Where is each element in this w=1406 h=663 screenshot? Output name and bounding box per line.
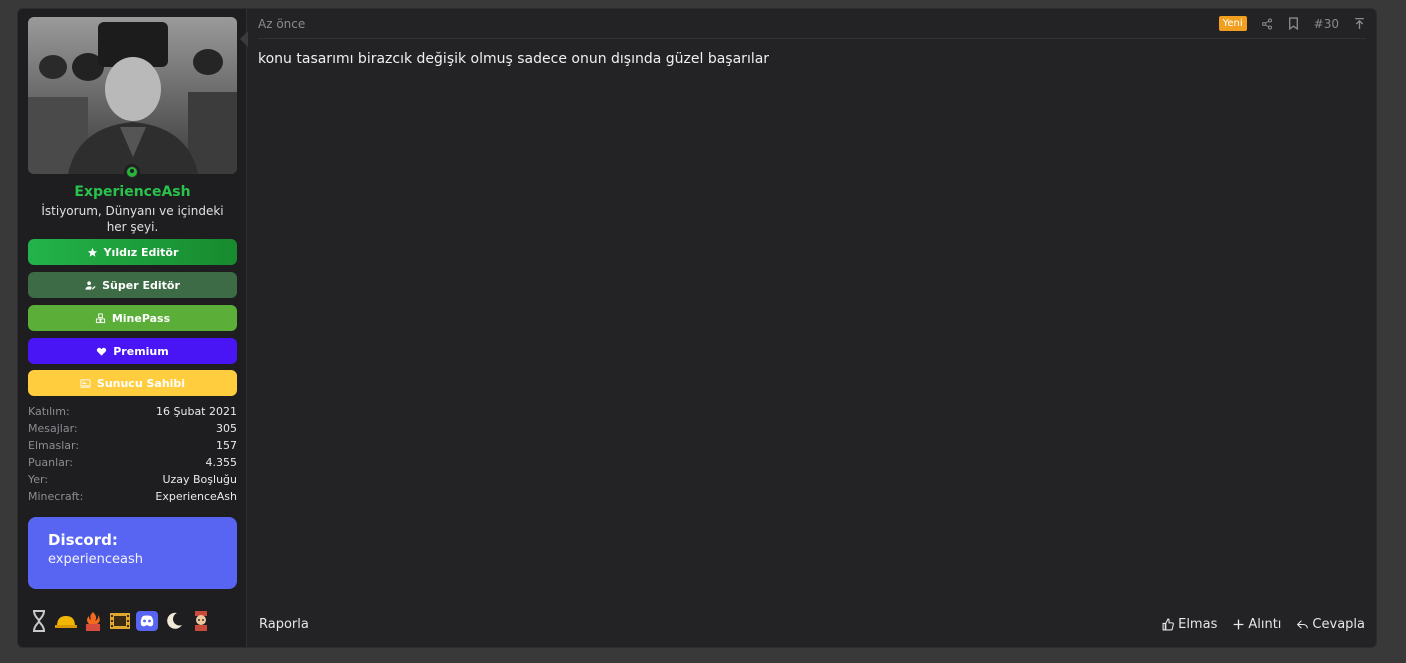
discord-icon[interactable] [136,609,158,633]
heart-icon [97,347,107,356]
stat-key: Puanlar: [28,456,73,469]
post-footer: Raporla Elmas Alıntı Cevapla [259,614,1365,634]
online-indicator-icon [124,164,140,180]
share-icon[interactable] [1260,17,1274,31]
sidebar-pointer [240,31,248,47]
bookmark-icon[interactable] [1287,17,1301,31]
stat-key: Elmaslar: [28,439,80,452]
plus-icon [1233,619,1244,629]
post-timestamp[interactable]: Az önce [258,17,305,31]
reply-label: Cevapla [1312,616,1365,632]
post-header: Az önce Yeni #30 [258,9,1366,39]
post-number[interactable]: #30 [1314,17,1339,31]
stat-key: Yer: [28,473,49,486]
post-actions: Yeni #30 [1218,16,1366,31]
cubes-icon [95,312,105,323]
diamond-label: Elmas [1178,616,1218,632]
badge-label: Yıldız Editör [103,245,179,259]
post-main: Az önce Yeni #30 konu tasarımı birazcık … [248,9,1376,647]
avatar[interactable] [28,17,237,174]
film-frame-icon[interactable] [109,609,131,633]
thumbs-up-icon [1162,618,1175,630]
username[interactable]: ExperienceAsh [18,184,247,200]
stat-value[interactable]: Uzay Boşluğu [162,471,237,488]
badge-super-editor: Süper Editör [28,272,237,298]
character-icon[interactable] [190,609,212,633]
badge-label: MinePass [111,311,171,325]
discord-handle: experienceash [48,552,144,567]
stat-row-messages: Mesajlar: 305 [28,420,237,437]
hourglass-icon[interactable] [28,609,50,633]
badge-label: Sunucu Sahibi [96,376,186,390]
stat-value: 16 Şubat 2021 [156,405,237,418]
stat-row-points: Puanlar: 4.355 [28,454,237,471]
stat-row-joined: Katılım: 16 Şubat 2021 [28,403,237,420]
badge-sunucu-sahibi: Sunucu Sahibi [28,370,237,396]
user-stats: Katılım: 16 Şubat 2021 Mesajlar: 305 Elmas… [28,403,237,505]
stat-value: 157 [216,439,237,452]
scroll-top-icon[interactable] [1352,17,1366,31]
stat-value[interactable]: 4.355 [206,454,238,471]
reply-button[interactable]: Cevapla [1296,617,1365,632]
post-container: ExperienceAsh İstiyorum, Dünyanı ve için… [17,8,1377,648]
moon-icon[interactable] [163,609,185,633]
user-edit-icon [85,280,96,290]
stat-key: Katılım: [28,405,70,418]
badge-label: Süper Editör [102,278,180,292]
stat-key: Mesajlar: [28,422,78,435]
new-badge: Yeni [1218,16,1247,31]
fire-book-icon[interactable] [82,609,104,633]
quote-label: Alıntı [1248,616,1282,632]
quote-button[interactable]: Alıntı [1232,617,1281,632]
discord-title: Discord: [48,531,118,549]
discord-card: Discord: experienceash [28,517,237,589]
badge-minepass: MinePass [28,305,237,331]
badge-yildiz-editor: Yıldız Editör [28,239,237,265]
badge-premium: Premium [28,338,237,364]
server-icon [80,378,91,388]
stat-row-location: Yer: Uzay Boşluğu [28,471,237,488]
report-link[interactable]: Raporla [259,617,309,632]
post-content: konu tasarımı birazcık değişik olmuş sad… [258,51,770,67]
user-sidebar: ExperienceAsh İstiyorum, Dünyanı ve için… [18,9,248,647]
stat-value: ExperienceAsh [155,490,237,503]
footer-buttons: Elmas Alıntı Cevapla [1162,617,1365,632]
stat-value[interactable]: 305 [216,420,237,437]
reply-icon [1297,619,1309,629]
trophy-row [28,609,212,633]
stat-row-diamonds: Elmaslar: 157 [28,437,237,454]
star-icon [87,247,97,257]
user-title: İstiyorum, Dünyanı ve içindeki her şeyi. [41,204,224,234]
stat-row-minecraft: Minecraft: ExperienceAsh [28,488,237,505]
hardhat-icon[interactable] [55,609,77,633]
stat-key: Minecraft: [28,490,84,503]
diamond-button[interactable]: Elmas [1162,617,1217,632]
badge-label: Premium [113,344,169,358]
